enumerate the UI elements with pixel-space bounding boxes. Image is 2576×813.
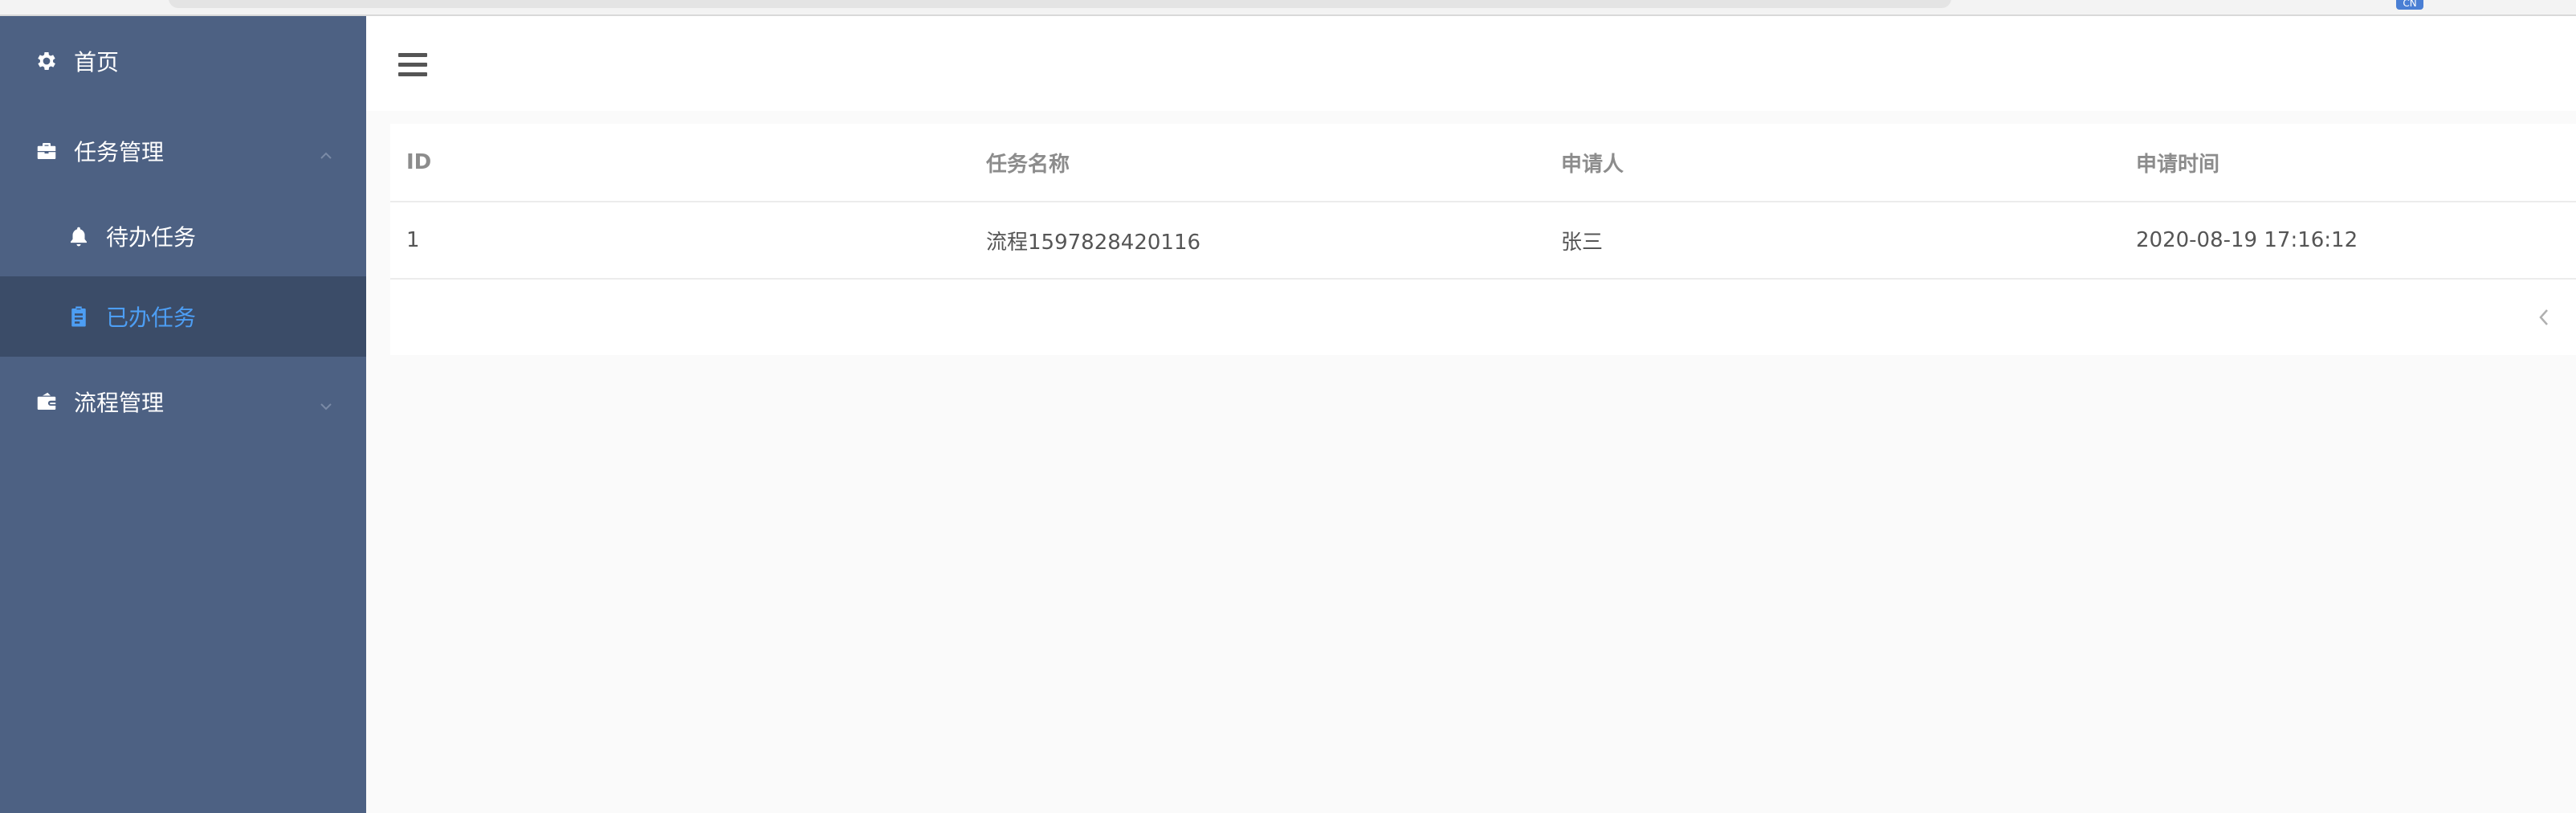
bell-icon [64, 222, 93, 251]
gear-icon [32, 47, 61, 76]
language-badge[interactable]: CN [2396, 0, 2423, 10]
cell-id: 1 [406, 228, 420, 252]
chevron-down-icon [318, 394, 334, 411]
column-header-id[interactable]: ID [406, 124, 431, 201]
briefcase-icon [32, 137, 61, 165]
sidebar-item-process-management[interactable]: 流程管理 [0, 357, 366, 447]
clipboard-icon [64, 302, 93, 331]
sidebar-item-home[interactable]: 首页 [0, 16, 366, 106]
chevron-up-icon [318, 143, 334, 159]
sidebar-item-label: 任务管理 [74, 139, 165, 165]
sidebar-item-label: 已办任务 [106, 304, 197, 331]
sidebar-item-done-tasks[interactable]: 已办任务 [0, 276, 366, 357]
column-header-applicant[interactable]: 申请人 [1561, 124, 1624, 201]
cell-applicant: 张三 [1561, 230, 1604, 255]
address-bar[interactable] [169, 0, 1951, 8]
wallet-icon [32, 387, 61, 416]
browser-top-strip: CN [0, 0, 2576, 16]
menu-toggle-icon[interactable] [398, 48, 430, 80]
sidebar-item-todo-tasks[interactable]: 待办任务 [0, 196, 366, 276]
cell-task-name: 流程1597828420116 [986, 230, 1201, 255]
sidebar-item-label: 待办任务 [106, 224, 197, 251]
cell-apply-time: 2020-08-19 17:16:12 [2136, 228, 2358, 252]
column-header-apply-time[interactable]: 申请时间 [2136, 124, 2219, 201]
table-header-row: ID 任务名称 申请人 申请时间 [390, 124, 2576, 202]
main-content: ID 任务名称 申请人 申请时间 1 流程1597828420116 张三 20… [366, 16, 2576, 813]
sidebar-item-label: 流程管理 [74, 390, 165, 416]
pagination-prev-icon[interactable] [2534, 305, 2554, 329]
tasks-table: ID 任务名称 申请人 申请时间 1 流程1597828420116 张三 20… [390, 124, 2576, 355]
header-bar [366, 16, 2576, 111]
column-header-task-name[interactable]: 任务名称 [986, 124, 1070, 201]
sidebar-item-label: 首页 [74, 49, 120, 76]
table-row[interactable]: 1 流程1597828420116 张三 2020-08-19 17:16:12 [390, 202, 2576, 280]
sidebar-item-task-management[interactable]: 任务管理 [0, 106, 366, 196]
